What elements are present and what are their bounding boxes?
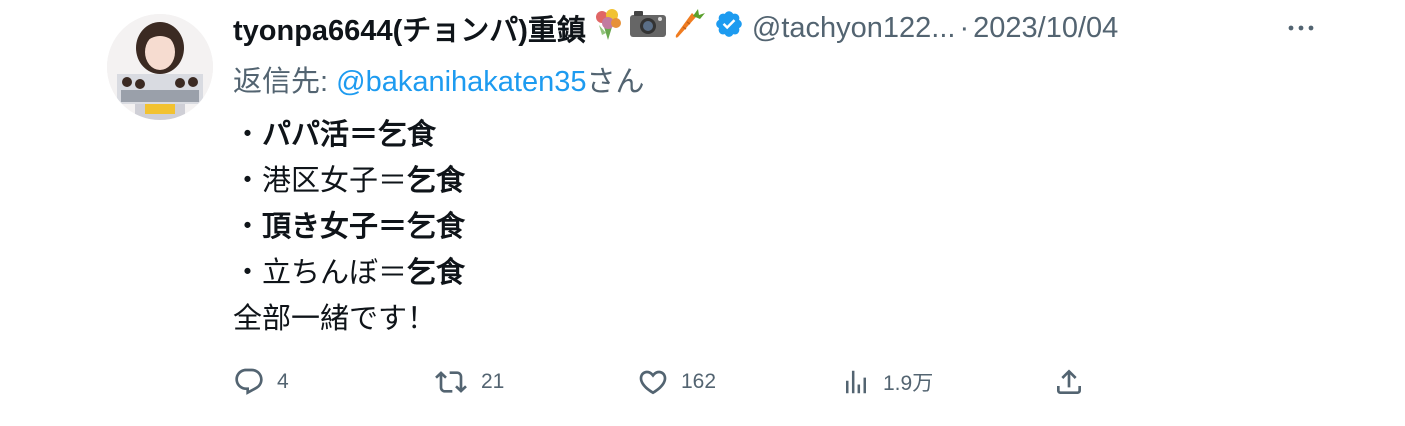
camera-icon (628, 7, 668, 49)
views-button[interactable]: 1.9万 (841, 362, 933, 402)
more-icon[interactable] (1285, 18, 1317, 38)
tweet-line: ・パパ活＝乞食 (233, 112, 465, 158)
bullet: ・ (233, 119, 263, 151)
separator-dot: · (959, 11, 970, 44)
display-name[interactable]: tyonpa6644(チョンパ)重鎮 (233, 7, 586, 49)
avatar[interactable] (107, 14, 213, 120)
bouquet-icon (590, 7, 624, 49)
retweet-count: 21 (481, 370, 505, 393)
view-count: 1.9万 (883, 372, 934, 395)
reply-suffix: さん (586, 66, 645, 98)
tweet-closing: 全部一緒です！ (233, 303, 437, 335)
tweet-card[interactable]: tyonpa6644(チョンパ)重鎮 @tachyon122... · 2023… (0, 0, 1405, 426)
reply-to-line: 返信先: @bakanihakaten35さん (233, 58, 645, 100)
share-button[interactable] (1053, 362, 1085, 402)
bullet: ・ (233, 211, 263, 243)
tweet-date[interactable]: 2023/10/04 (973, 12, 1118, 45)
reply-icon (233, 366, 265, 398)
reply-mention[interactable]: @bakanihakaten35 (336, 66, 586, 98)
views-icon (841, 366, 871, 398)
line-head: 立ちんぼ＝ (262, 257, 408, 289)
like-count: 162 (681, 370, 717, 393)
tweet-text: ・パパ活＝乞食 ・港区女子＝乞食 ・頂き女子＝乞食 ・立ちんぼ＝乞食 全部一緒で… (233, 112, 465, 342)
share-icon (1053, 366, 1085, 398)
reply-button[interactable]: 4 (233, 362, 289, 402)
line-head: 港区女子＝ (262, 165, 408, 197)
like-button[interactable]: 162 (637, 362, 716, 402)
retweet-icon (433, 366, 469, 398)
bullet: ・ (233, 165, 263, 197)
tweet-line: ・立ちんぼ＝乞食 (233, 250, 465, 296)
line-tail: 乞食 (407, 257, 466, 289)
bullet: ・ (233, 257, 263, 289)
tweet-header: tyonpa6644(チョンパ)重鎮 @tachyon122... · 2023… (233, 8, 1118, 48)
tweet-line: ・港区女子＝乞食 (233, 158, 465, 204)
line-tail: 乞食 (378, 119, 437, 151)
carrot-icon (672, 7, 706, 49)
reply-count: 4 (277, 370, 289, 393)
retweet-button[interactable]: 21 (433, 362, 504, 402)
line-head: 頂き女子＝ (262, 211, 408, 243)
action-bar: 4 21 162 1.9万 (233, 362, 1373, 402)
line-head: パパ活＝ (262, 119, 379, 151)
tweet-line: ・頂き女子＝乞食 (233, 204, 465, 250)
line-tail: 乞食 (407, 165, 466, 197)
reply-prefix: 返信先: (233, 66, 337, 98)
like-icon (637, 366, 669, 398)
user-handle[interactable]: @tachyon122... (752, 12, 956, 45)
verified-badge-icon[interactable] (714, 9, 744, 47)
line-tail: 乞食 (407, 211, 466, 243)
